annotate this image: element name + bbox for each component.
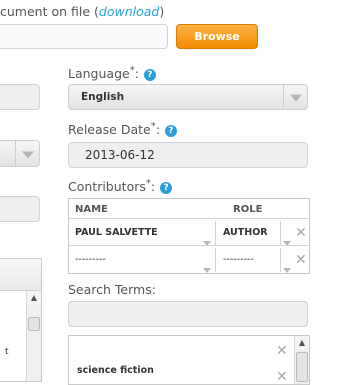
table-row: PAUL SALVETTE AUTHOR ✕ bbox=[69, 219, 309, 246]
cell-divider bbox=[215, 221, 216, 245]
cell-divider bbox=[280, 221, 281, 245]
upload-hint-text: cument on file ( bbox=[0, 4, 99, 19]
chevron-down-icon[interactable] bbox=[283, 258, 291, 277]
contributors-label: Contributors*:? bbox=[68, 178, 173, 195]
table-row: --------- --------- ✕ bbox=[69, 246, 309, 273]
upload-hint: cument on file (download) bbox=[0, 4, 164, 19]
language-label: Language*:? bbox=[68, 65, 156, 82]
left-select-arrow bbox=[15, 141, 39, 166]
left-select[interactable] bbox=[0, 140, 40, 167]
contributor-name-select[interactable]: --------- bbox=[75, 254, 106, 265]
column-header-role: ROLE bbox=[233, 204, 263, 215]
search-term-item: science fiction bbox=[77, 365, 154, 376]
language-select[interactable]: English bbox=[68, 84, 308, 110]
language-select-arrow bbox=[283, 85, 307, 109]
help-icon[interactable]: ? bbox=[164, 125, 177, 138]
remove-term-icon[interactable]: ✕ bbox=[276, 344, 288, 358]
left-list-scrollbar[interactable]: ▲ bbox=[26, 291, 41, 381]
remove-term-icon[interactable]: ✕ bbox=[276, 370, 288, 384]
scroll-up-icon[interactable]: ▲ bbox=[295, 336, 309, 350]
contributor-role-select[interactable]: AUTHOR bbox=[223, 227, 268, 238]
left-input-1[interactable] bbox=[0, 84, 40, 110]
chevron-down-icon[interactable] bbox=[203, 258, 211, 277]
help-icon[interactable]: ? bbox=[160, 182, 173, 195]
file-path-input[interactable] bbox=[0, 24, 168, 49]
release-date-label-text: Release Date bbox=[68, 122, 151, 138]
release-date-value: 2013-06-12 bbox=[85, 148, 155, 162]
browse-button-label: Browse bbox=[194, 30, 240, 43]
contributor-name-select[interactable]: PAUL SALVETTE bbox=[75, 227, 158, 238]
scroll-up-icon[interactable]: ▲ bbox=[27, 291, 41, 305]
chevron-down-icon bbox=[289, 94, 302, 102]
left-list-header bbox=[0, 259, 41, 291]
download-link[interactable]: download bbox=[99, 4, 159, 19]
left-input-2[interactable] bbox=[0, 196, 40, 222]
language-label-text: Language bbox=[68, 66, 130, 82]
chevron-down-icon bbox=[21, 151, 34, 159]
upload-hint-close: ) bbox=[159, 4, 165, 19]
scroll-thumb[interactable] bbox=[28, 317, 40, 331]
cell-divider bbox=[280, 248, 281, 272]
search-terms-scrollbar[interactable]: ▲ bbox=[294, 336, 309, 384]
label-colon: : bbox=[155, 122, 160, 138]
browse-button[interactable]: Browse bbox=[176, 24, 258, 49]
remove-row-icon[interactable]: ✕ bbox=[295, 253, 307, 267]
search-terms-label: Search Terms: bbox=[68, 282, 156, 297]
column-header-name: NAME bbox=[75, 204, 108, 215]
contributor-role-select[interactable]: --------- bbox=[223, 254, 254, 265]
release-date-label: Release Date*:? bbox=[68, 121, 177, 138]
release-date-input[interactable]: 2013-06-12 bbox=[68, 142, 308, 168]
remove-row-icon[interactable]: ✕ bbox=[295, 226, 307, 240]
label-colon: : bbox=[134, 66, 139, 82]
search-terms-input[interactable] bbox=[68, 301, 308, 327]
label-colon: : bbox=[150, 179, 156, 195]
contributors-table: NAME ROLE PAUL SALVETTE AUTHOR ✕ -------… bbox=[68, 198, 310, 274]
left-list-fragment: t bbox=[5, 347, 9, 357]
contributors-label-text: Contributors bbox=[68, 179, 146, 195]
left-list-panel[interactable]: ▲ t bbox=[0, 258, 42, 382]
cell-divider bbox=[215, 248, 216, 272]
help-icon[interactable]: ? bbox=[143, 69, 156, 82]
language-select-value: English bbox=[81, 91, 125, 103]
